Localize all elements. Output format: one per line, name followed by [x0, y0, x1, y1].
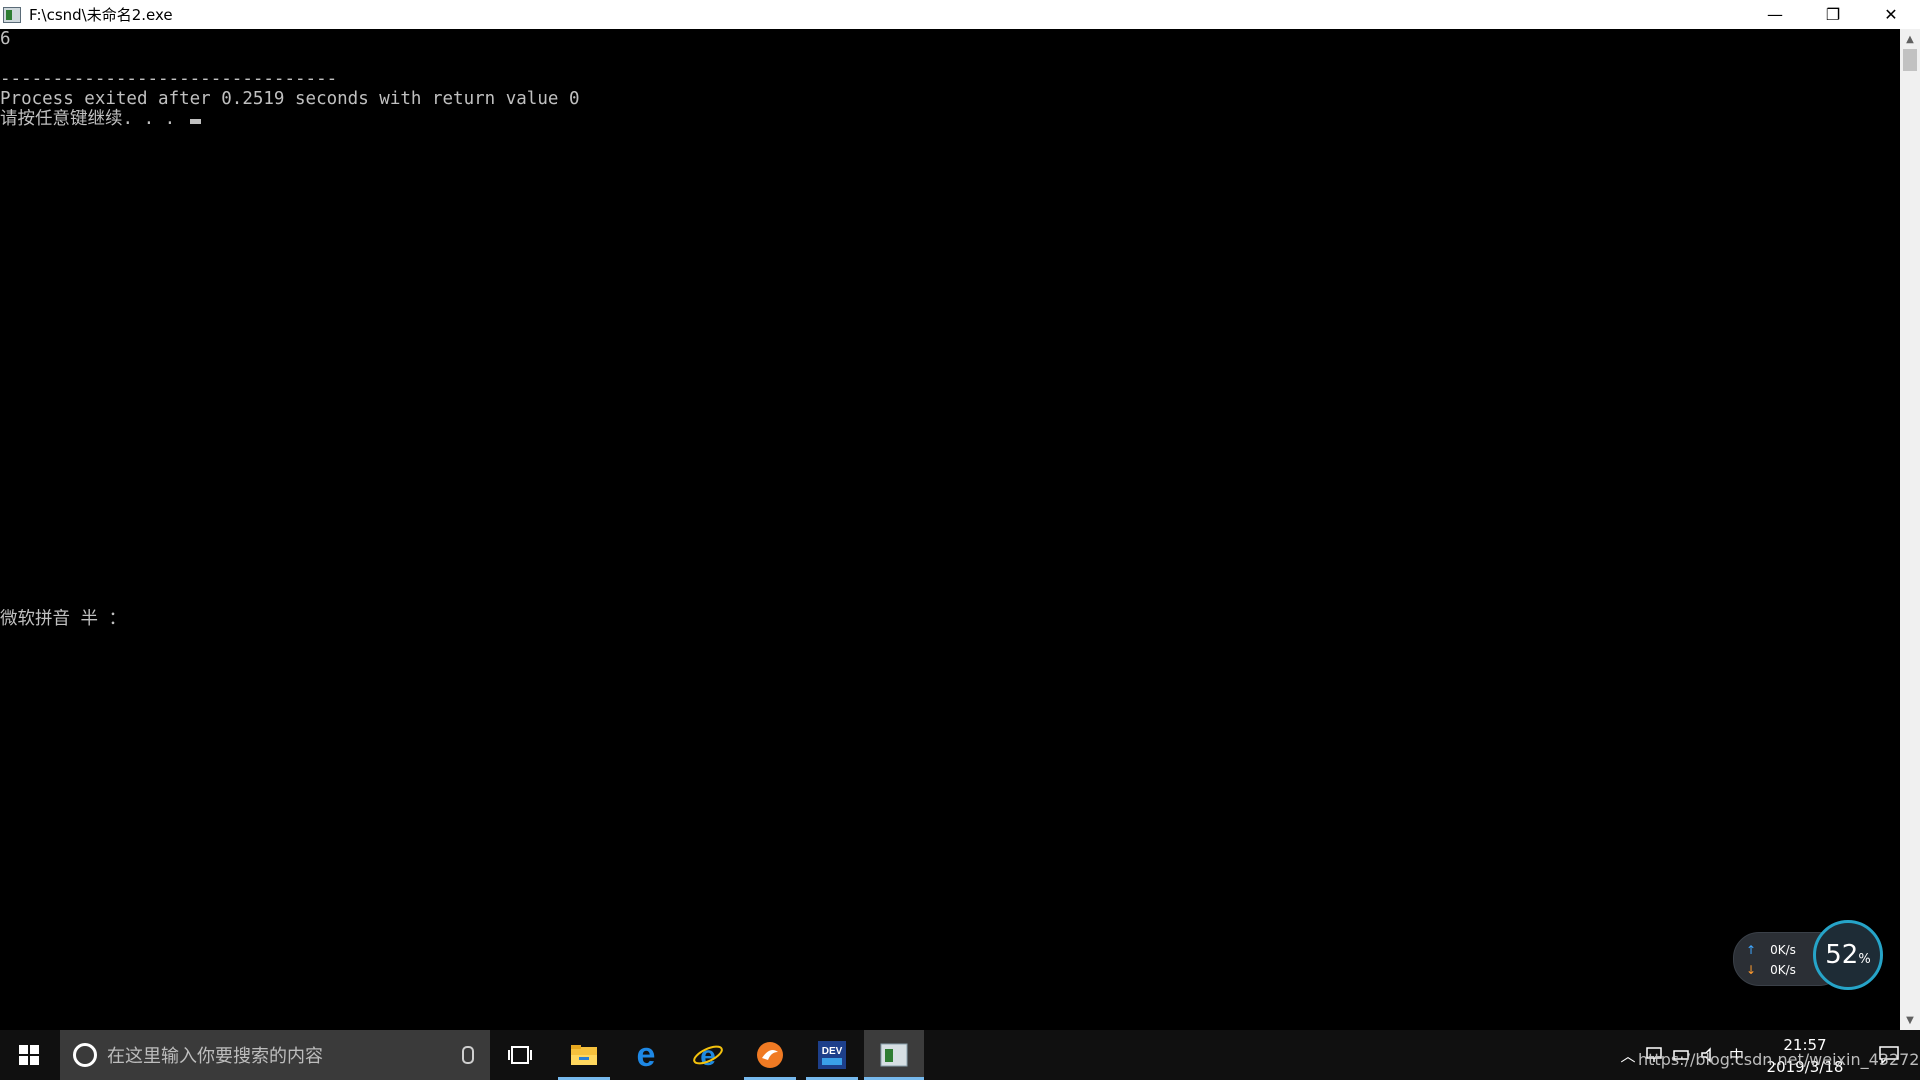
internet-explorer-icon: e — [693, 1040, 723, 1071]
upload-arrow-icon: ↑ — [1746, 943, 1757, 957]
title-bar: F:\csnd\未命名2.exe — ❐ ✕ — [0, 0, 1920, 29]
restore-button[interactable]: ❐ — [1804, 0, 1862, 29]
taskbar-app-internet-explorer[interactable]: e — [682, 1030, 734, 1080]
dev-cpp-icon: DEV — [818, 1041, 846, 1069]
download-arrow-icon: ↓ — [1746, 963, 1757, 977]
cortana-icon — [73, 1043, 97, 1067]
window-title: F:\csnd\未命名2.exe — [29, 6, 173, 24]
upload-speed: 0K/s — [1770, 943, 1796, 957]
taskbar-app-orange[interactable] — [744, 1030, 796, 1080]
download-row: ↓ 0K/s — [1746, 963, 1796, 977]
task-view-button[interactable] — [495, 1030, 545, 1080]
start-button[interactable] — [0, 1030, 58, 1080]
console-line-exit: Process exited after 0.2519 seconds with… — [0, 89, 580, 109]
scroll-up-arrow-icon[interactable]: ▲ — [1900, 29, 1920, 49]
minimize-button[interactable]: — — [1746, 0, 1804, 29]
text-cursor — [189, 119, 201, 124]
svg-text:e: e — [700, 1040, 716, 1071]
console-app-icon — [3, 6, 21, 23]
console-separator: -------------------------------- — [0, 69, 338, 89]
taskbar-app-console-window[interactable] — [864, 1030, 924, 1080]
percent-symbol: % — [1858, 951, 1871, 967]
window-controls: — ❐ ✕ — [1746, 0, 1920, 29]
svg-text:DEV: DEV — [822, 1046, 843, 1057]
memory-usage-ring[interactable]: 52% — [1813, 920, 1883, 990]
console-line-prompt: 请按任意键继续. . . — [0, 109, 201, 129]
console-window-icon — [880, 1043, 908, 1067]
taskbar-app-dev-cpp[interactable]: DEV — [806, 1030, 858, 1080]
folder-icon — [571, 1045, 597, 1065]
windows-logo-icon — [19, 1045, 39, 1065]
watermark-url: https://blog.csdn.net/weixin_43272100 — [1638, 1050, 1920, 1069]
scroll-down-arrow-icon[interactable]: ▼ — [1900, 1010, 1920, 1030]
search-placeholder: 在这里输入你要搜索的内容 — [107, 1046, 323, 1067]
console-output[interactable]: 6 -------------------------------- Proce… — [0, 29, 1900, 1029]
download-speed: 0K/s — [1770, 963, 1796, 977]
show-hidden-icons-chevron-icon[interactable]: ︿ — [1617, 1045, 1639, 1066]
task-view-icon — [508, 1046, 532, 1064]
taskbar-search-box[interactable]: 在这里输入你要搜索的内容 — [60, 1030, 490, 1080]
vertical-scrollbar[interactable]: ▲ ▼ — [1900, 29, 1920, 1030]
close-button[interactable]: ✕ — [1862, 0, 1920, 29]
ime-status-text: 微软拼音 半 ： — [0, 609, 127, 629]
upload-row: ↑ 0K/s — [1746, 943, 1796, 957]
taskbar: 在这里输入你要搜索的内容 e e DEV ︿ 中 21:57 2019/3/18 — [0, 1030, 1920, 1080]
usage-percent: 52 — [1825, 940, 1859, 970]
taskbar-app-edge[interactable]: e — [620, 1030, 672, 1080]
console-line-output: 6 — [0, 29, 11, 49]
orange-app-icon — [757, 1042, 783, 1068]
prompt-text: 请按任意键继续. . . — [0, 109, 186, 129]
scrollbar-thumb[interactable] — [1903, 49, 1917, 71]
edge-icon: e — [636, 1035, 656, 1074]
microphone-icon[interactable] — [462, 1046, 474, 1064]
network-speed-widget[interactable]: ↑ 0K/s ↓ 0K/s 52% — [1733, 920, 1888, 992]
taskbar-app-file-explorer[interactable] — [558, 1030, 610, 1080]
